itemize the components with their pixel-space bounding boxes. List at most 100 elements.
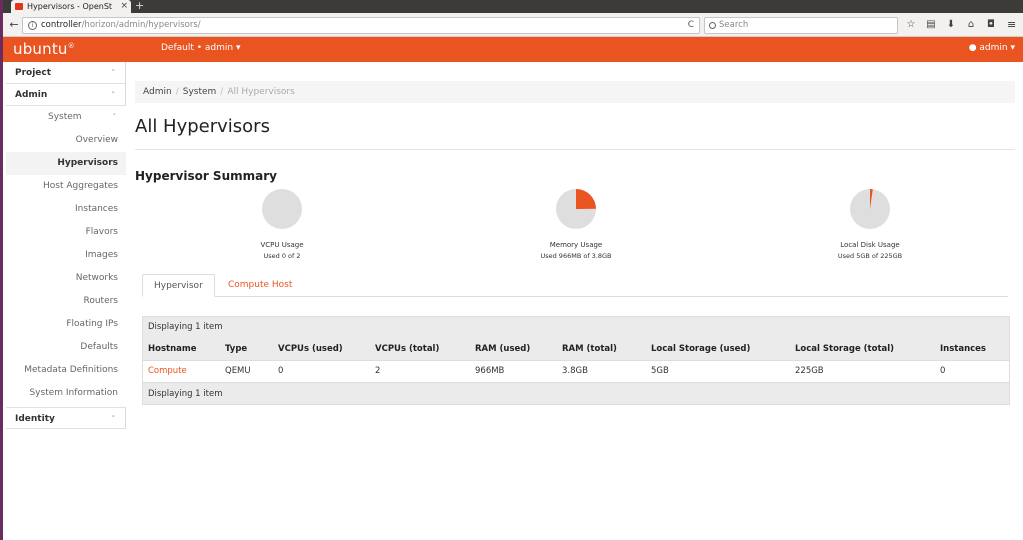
sidebar-item-defaults[interactable]: Defaults [6,336,126,359]
browser-tab-title: Hypervisors - OpenSt [27,2,113,11]
sidebar-identity[interactable]: Identity ˅ [6,407,126,429]
usage-summary: VCPU Usage Used 0 of 2 Memory Usage Used… [135,188,1015,274]
sidebar-item-overview[interactable]: Overview [6,129,126,152]
table-count-top: Displaying 1 item [143,317,1009,338]
sidebar-project[interactable]: Project ˅ [6,62,126,84]
app-header: ubuntu® Default • admin ▾ ● admin ▾ [3,37,1023,62]
cell-vcpus-used: 0 [273,359,370,382]
column-header[interactable]: Type [220,338,273,360]
reading-list-icon[interactable]: ▤ [925,18,937,31]
sidebar-item-hypervisors[interactable]: Hypervisors [6,152,126,175]
sidebar-admin-label: Admin [15,90,48,100]
sidebar-item-instances[interactable]: Instances [6,198,126,221]
column-header[interactable]: Local Storage (total) [790,338,935,360]
column-header[interactable]: Instances [935,338,1009,360]
cell-ram-total: 3.8GB [557,359,646,382]
download-icon[interactable]: ⬇ [945,18,957,31]
tab-hypervisor[interactable]: Hypervisor [142,274,215,297]
hypervisor-tabs: Hypervisor Compute Host [142,274,1008,297]
user-icon: ● [968,43,977,53]
close-tab-icon[interactable]: × [120,0,128,13]
cell-storage-used: 5GB [646,359,790,382]
browser-tab-bar: Hypervisors - OpenSt × + [3,0,1023,13]
pie-detail: Used 966MB of 3.8GB [540,252,612,260]
cell-storage-total: 225GB [790,359,935,382]
breadcrumb-separator: / [220,87,224,97]
column-header[interactable]: RAM (used) [470,338,557,360]
cell-vcpus-total: 2 [370,359,470,382]
memory-usage-pie: Memory Usage Used 966MB of 3.8GB [501,188,651,260]
column-header[interactable]: Hostname [143,338,220,360]
hostname-link[interactable]: Compute [148,366,187,376]
sidebar-item-metadata-definitions[interactable]: Metadata Definitions [6,359,126,382]
star-icon[interactable]: ☆ [905,18,917,31]
hamburger-menu-icon[interactable]: ≡ [1007,18,1019,31]
sidebar-item-system-information[interactable]: System Information [6,382,126,405]
search-icon [709,22,716,29]
vcpu-usage-pie: VCPU Usage Used 0 of 2 [207,188,357,260]
pie-detail: Used 5GB of 225GB [837,252,903,260]
openstack-favicon-icon [15,3,23,10]
reload-icon[interactable]: C [688,18,694,33]
search-placeholder: Search [719,20,749,30]
pie-chart [556,189,596,229]
home-icon[interactable]: ⌂ [965,18,977,31]
chevron-up-icon: ˄ [111,91,116,99]
browser-search-input[interactable]: Search [704,17,898,34]
sidebar-item-floating-ips[interactable]: Floating IPs [6,313,126,336]
chevron-down-icon: ˅ [111,415,116,423]
browser-window: Hypervisors - OpenSt × + ← i controller/… [0,0,1023,540]
breadcrumb-system[interactable]: System [183,87,217,97]
column-header[interactable]: Local Storage (used) [646,338,790,360]
sidebar-item-images[interactable]: Images [6,244,126,267]
table-row: Compute QEMU 0 2 966MB 3.8GB 5GB 225GB 0 [143,359,1009,382]
url-bar[interactable]: i controller/horizon/admin/hypervisors/ … [22,17,700,34]
browser-tab[interactable]: Hypervisors - OpenSt × [11,0,131,13]
sidebar: Project ˅ Admin ˄ System ˄ Overview Hype… [6,62,126,540]
column-header[interactable]: VCPUs (used) [273,338,370,360]
sidebar-system-label: System [48,112,82,122]
sidebar-item-networks[interactable]: Networks [6,267,126,290]
disk-usage-pie: Local Disk Usage Used 5GB of 225GB [795,188,945,260]
hypervisors-table: Displaying 1 item Hostname Type VCPUs (u… [142,316,1010,405]
sidebar-system[interactable]: System ˄ [6,106,126,129]
breadcrumb: Admin / System / All Hypervisors [135,81,1015,103]
main-content: Admin / System / All Hypervisors All Hypervi… [135,62,1015,405]
browser-nav-bar: ← i controller/horizon/admin/hypervisors… [3,13,1023,37]
sidebar-identity-label: Identity [15,414,55,424]
sidebar-item-routers[interactable]: Routers [6,290,126,313]
sidebar-item-host-aggregates[interactable]: Host Aggregates [6,175,126,198]
breadcrumb-admin[interactable]: Admin [143,87,172,97]
cell-type: QEMU [220,359,273,382]
pocket-icon[interactable]: ◘ [985,18,997,31]
column-header[interactable]: RAM (total) [557,338,646,360]
pie-detail: Used 0 of 2 [263,252,301,260]
cell-ram-used: 966MB [470,359,557,382]
brand-mark: ® [67,42,75,50]
cell-instances: 0 [935,359,1009,382]
sidebar-item-flavors[interactable]: Flavors [6,221,126,244]
project-switcher-label: Default • admin ▾ [161,43,241,53]
project-switcher[interactable]: Default • admin ▾ [161,43,241,53]
user-menu-label: admin ▾ [979,43,1015,53]
cell-hostname: Compute [143,359,220,382]
tab-compute-host[interactable]: Compute Host [217,274,303,297]
brand-text: ubuntu [13,40,68,58]
new-tab-icon[interactable]: + [135,0,144,12]
ubuntu-logo[interactable]: ubuntu® [13,40,75,58]
pie-slice-used [576,189,596,209]
table-count-bottom: Displaying 1 item [143,382,1009,404]
sidebar-project-label: Project [15,68,52,78]
chevron-up-icon: ˄ [112,113,117,121]
browser-toolbar: ☆ ▤ ⬇ ⌂ ◘ [905,18,997,31]
back-arrow-icon[interactable]: ← [7,18,21,32]
url-path: /horizon/admin/hypervisors/ [81,20,201,30]
chevron-down-icon: ˅ [111,69,116,77]
pie-label: VCPU Usage [260,241,304,249]
sidebar-admin[interactable]: Admin ˄ [6,84,126,106]
column-header[interactable]: VCPUs (total) [370,338,470,360]
breadcrumb-separator: / [175,87,179,97]
site-info-icon[interactable]: i [28,21,37,30]
table-header-row: Hostname Type VCPUs (used) VCPUs (total)… [143,338,1009,360]
user-menu[interactable]: ● admin ▾ [969,43,1015,53]
